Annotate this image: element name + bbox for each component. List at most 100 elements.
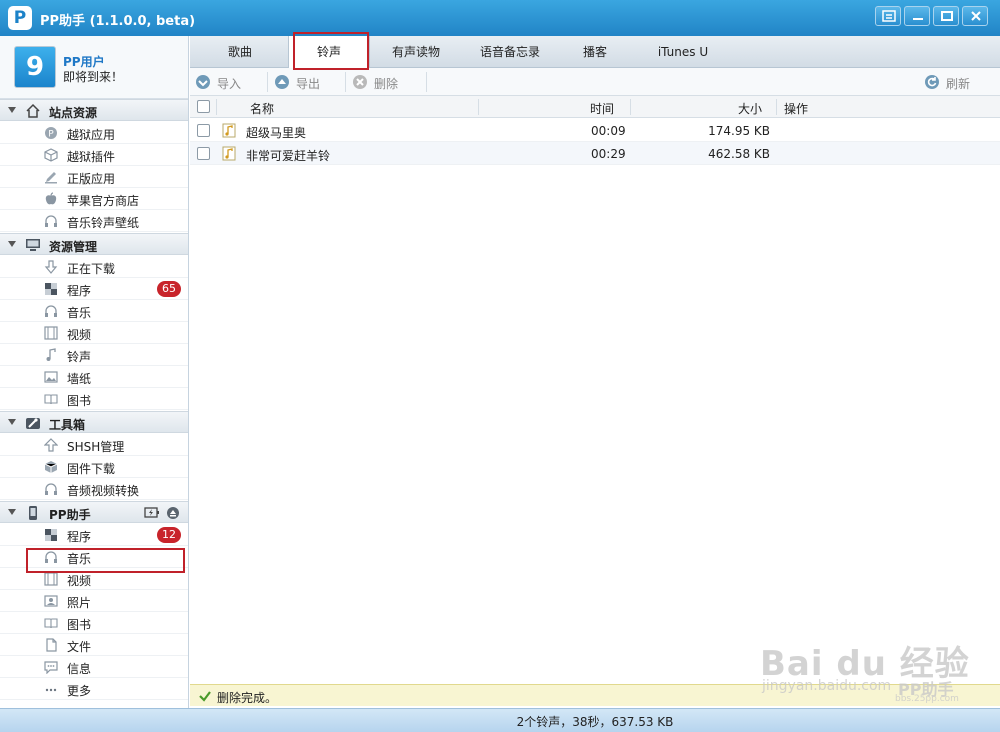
pencil-icon xyxy=(45,172,57,184)
app-logo: P xyxy=(8,6,32,30)
sidebar-item-label: 文件 xyxy=(67,640,92,654)
column-divider xyxy=(478,99,479,115)
sidebar-item-programs[interactable]: 程序 65 xyxy=(0,278,188,300)
column-header-name[interactable]: 名称 xyxy=(250,100,274,117)
sidebar-item-ringtones[interactable]: 铃声 xyxy=(0,344,188,366)
count-badge: 12 xyxy=(157,527,181,543)
section-toolbox[interactable]: 工具箱 xyxy=(0,411,188,433)
toolbar-divider xyxy=(267,72,268,92)
table-header: 名称 时间 大小 操作 xyxy=(190,96,1000,118)
cube-icon xyxy=(44,148,58,162)
book-icon xyxy=(44,394,58,405)
sidebar-item-label: 更多 xyxy=(67,684,92,698)
tab-audiobooks[interactable]: 有声读物 xyxy=(370,36,462,68)
headphones-icon xyxy=(45,215,57,227)
tab-podcasts[interactable]: 播客 xyxy=(558,36,632,68)
highlight-frame-tab xyxy=(293,32,369,70)
toolbar: 导入 导出 删除 刷新 xyxy=(190,68,1000,96)
section-label: 工具箱 xyxy=(49,418,86,432)
row-checkbox[interactable] xyxy=(197,147,210,160)
apps-grid-icon xyxy=(45,529,57,541)
sidebar-item-jailbreak-apps[interactable]: P 越狱应用 xyxy=(0,122,188,144)
sidebar-item-label: 越狱应用 xyxy=(67,128,116,142)
sidebar-item-label: 正版应用 xyxy=(67,172,116,186)
headphones-icon xyxy=(45,305,57,317)
avatar[interactable]: 9 xyxy=(14,46,56,88)
sidebar-item-label: 视频 xyxy=(67,574,92,588)
import-button[interactable]: 导入 xyxy=(195,68,255,96)
row-checkbox[interactable] xyxy=(197,124,210,137)
table-row[interactable]: 超级马里奥 00:09 174.95 KB xyxy=(190,119,1000,142)
sidebar-item-label: 程序 xyxy=(67,284,92,298)
battery-charge-icon[interactable] xyxy=(144,506,160,519)
row-name: 超级马里奥 xyxy=(246,126,307,140)
sidebar-item-more[interactable]: 更多 xyxy=(0,678,188,700)
eject-icon[interactable] xyxy=(166,506,180,520)
menu-button[interactable] xyxy=(875,6,901,26)
sidebar-item-label: 音乐铃声壁纸 xyxy=(67,216,140,230)
section-label: PP助手 xyxy=(49,508,91,522)
sidebar-item-device-messages[interactable]: 信息 xyxy=(0,656,188,678)
table-row[interactable]: 非常可爱赶羊铃 00:29 462.58 KB xyxy=(190,142,1000,165)
sidebar-item-av-converter[interactable]: 音频视频转换 xyxy=(0,478,188,500)
sidebar-item-label: 信息 xyxy=(67,662,92,676)
sidebar-item-label: 照片 xyxy=(67,596,92,610)
export-button[interactable]: 导出 xyxy=(274,68,334,96)
sidebar-item-device-files[interactable]: 文件 xyxy=(0,634,188,656)
section-resource-management[interactable]: 资源管理 xyxy=(0,233,188,255)
sidebar-item-device-programs[interactable]: 程序 12 xyxy=(0,524,188,546)
minimize-button[interactable] xyxy=(904,6,930,26)
sidebar-item-downloading[interactable]: 正在下载 xyxy=(0,256,188,278)
user-box: 9 PP用户 即将到来！ xyxy=(0,36,188,99)
watermark-url: jingyan.baidu.com xyxy=(762,678,892,694)
sidebar-item-books[interactable]: 图书 xyxy=(0,388,188,410)
sidebar-item-music[interactable]: 音乐 xyxy=(0,300,188,322)
sidebar-item-label: 图书 xyxy=(67,394,92,408)
music-file-icon xyxy=(222,123,236,138)
apps-grid-icon xyxy=(45,283,57,295)
sidebar-item-label: 铃声 xyxy=(67,350,92,364)
maximize-button[interactable] xyxy=(933,6,959,26)
pp-app-icon: P xyxy=(45,127,57,140)
sidebar-item-jailbreak-plugins[interactable]: 越狱插件 xyxy=(0,144,188,166)
watermark: Bai du 经验 jingyan.baidu.com PP助手 bbs.25p… xyxy=(760,628,992,708)
collapse-icon xyxy=(8,509,16,515)
section-site-resources[interactable]: 站点资源 xyxy=(0,99,188,121)
menu-icon xyxy=(882,10,896,22)
delete-button[interactable]: 删除 xyxy=(352,68,412,96)
sidebar-item-wallpaper[interactable]: 墙纸 xyxy=(0,366,188,388)
column-header-time[interactable]: 时间 xyxy=(590,100,614,117)
music-note-icon xyxy=(46,348,56,361)
row-size: 174.95 KB xyxy=(708,124,770,138)
ellipsis-icon xyxy=(45,688,57,692)
collapse-icon xyxy=(8,419,16,425)
close-icon xyxy=(971,11,981,21)
film-icon xyxy=(44,326,58,340)
tab-voice-memos[interactable]: 语音备忘录 xyxy=(462,36,558,68)
sidebar-item-app-store[interactable]: 苹果官方商店 xyxy=(0,188,188,210)
refresh-button[interactable]: 刷新 xyxy=(924,68,984,96)
music-file-icon xyxy=(222,146,236,161)
delete-icon xyxy=(353,75,367,89)
toolbox-icon xyxy=(26,418,40,429)
section-pp-assistant[interactable]: PP助手 xyxy=(0,501,188,523)
sidebar-item-genuine-apps[interactable]: 正版应用 xyxy=(0,166,188,188)
tab-songs[interactable]: 歌曲 xyxy=(192,36,288,68)
sidebar-item-label: 固件下载 xyxy=(67,462,116,476)
tab-itunes-u[interactable]: iTunes U xyxy=(632,36,734,68)
sidebar-item-device-books[interactable]: 图书 xyxy=(0,612,188,634)
sidebar-item-firmware-download[interactable]: 固件下载 xyxy=(0,456,188,478)
select-all-checkbox[interactable] xyxy=(197,100,210,113)
sidebar-item-label: 苹果官方商店 xyxy=(67,194,140,208)
row-time: 00:29 xyxy=(591,147,626,161)
headphones-icon xyxy=(45,483,57,495)
column-header-size[interactable]: 大小 xyxy=(738,100,762,117)
sidebar-item-device-photos[interactable]: 照片 xyxy=(0,590,188,612)
sidebar-item-video[interactable]: 视频 xyxy=(0,322,188,344)
section-label: 资源管理 xyxy=(49,240,98,254)
sidebar-item-shsh-management[interactable]: SHSH管理 xyxy=(0,434,188,456)
file-icon xyxy=(46,638,57,652)
sidebar-item-music-ringtones-wallpapers[interactable]: 音乐铃声壁纸 xyxy=(0,210,188,232)
close-button[interactable] xyxy=(962,6,988,26)
delete-label: 删除 xyxy=(374,77,399,91)
